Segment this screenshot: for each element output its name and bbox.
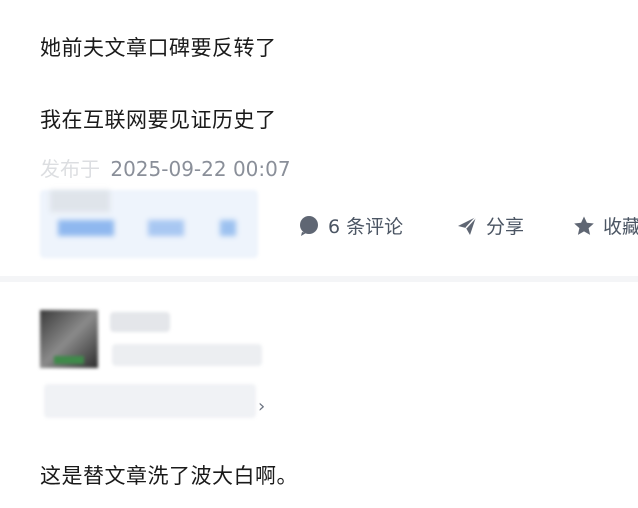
comment-bubble-icon xyxy=(298,215,320,237)
blurred-chip xyxy=(50,190,110,212)
share-label: 分享 xyxy=(486,216,525,238)
favorite-button[interactable]: 收藏 xyxy=(573,212,638,239)
share-button[interactable]: 分享 xyxy=(456,212,524,239)
blurred-chip xyxy=(148,220,184,236)
post-timestamp: 发布于 2025-09-22 00:07 xyxy=(40,153,291,182)
reply-text: 这是替文章洗了波大白啊。 xyxy=(40,464,298,488)
section-divider xyxy=(0,276,638,282)
blurred-commenter-name[interactable] xyxy=(110,312,170,332)
paper-plane-icon xyxy=(456,215,478,237)
comments-label: 6 条评论 xyxy=(328,216,404,238)
blurred-comment-snippet xyxy=(112,344,262,366)
post-text-line-2: 我在互联网要见证历史了 xyxy=(40,108,277,132)
blurred-user-info[interactable] xyxy=(40,190,258,258)
star-icon xyxy=(573,215,595,237)
comments-button[interactable]: 6 条评论 xyxy=(298,212,403,239)
post-text-line-1: 她前夫文章口碑要反转了 xyxy=(40,36,277,60)
blurred-chip xyxy=(58,220,114,236)
timestamp-prefix: 发布于 xyxy=(40,153,100,182)
favorite-label: 收藏 xyxy=(603,216,638,238)
commenter-avatar[interactable] xyxy=(40,310,98,368)
timestamp-value: 2025-09-22 00:07 xyxy=(110,157,291,181)
blurred-comment-meta xyxy=(44,384,256,418)
blurred-chip xyxy=(220,220,236,236)
expand-chevron-icon[interactable]: › xyxy=(258,396,265,417)
